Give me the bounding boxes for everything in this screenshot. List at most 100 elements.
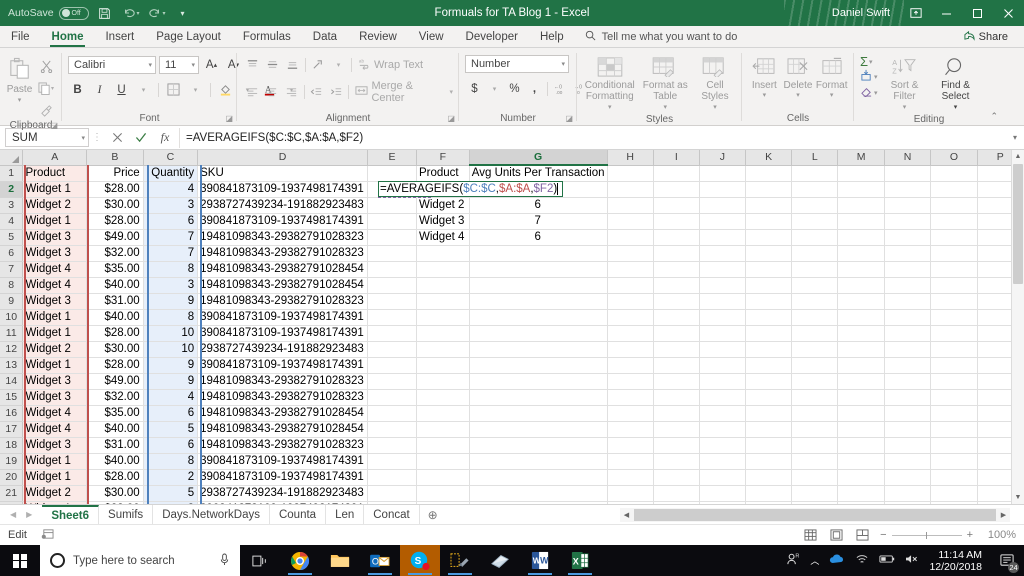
cell-A21[interactable]: Widget 2 xyxy=(22,485,88,502)
format-as-table-arrow[interactable]: ▾ xyxy=(663,102,667,113)
zoom-thumb[interactable] xyxy=(925,531,927,539)
row-header-14[interactable]: 14 xyxy=(0,373,24,390)
cell-E10[interactable] xyxy=(367,309,418,326)
column-header-I[interactable]: I xyxy=(653,150,700,166)
cell-B7[interactable]: $35.00 xyxy=(86,261,144,278)
cell-E7[interactable] xyxy=(367,261,418,278)
previous-sheet-icon[interactable]: ◀ xyxy=(10,510,16,519)
minimize-icon[interactable] xyxy=(931,0,962,26)
cell-O10[interactable] xyxy=(930,309,978,326)
row-header-12[interactable]: 12 xyxy=(0,341,24,358)
cell-D10[interactable]: 390841873109-1937498174391 xyxy=(197,309,368,326)
tab-file[interactable]: File xyxy=(0,26,41,47)
cell-E9[interactable] xyxy=(367,293,418,310)
row-header-10[interactable]: 10 xyxy=(0,309,24,326)
cell-O20[interactable] xyxy=(930,469,978,486)
font-name-combo[interactable]: Calibri ▾ xyxy=(68,55,156,74)
cell-M19[interactable] xyxy=(837,453,885,470)
cell-O7[interactable] xyxy=(930,261,978,278)
row-header-5[interactable]: 5 xyxy=(0,229,24,246)
cell-A2[interactable]: Widget 1 xyxy=(22,181,88,198)
cell-I18[interactable] xyxy=(653,437,700,454)
cell-B15[interactable]: $32.00 xyxy=(86,389,144,406)
cell-G20[interactable] xyxy=(469,469,608,486)
cell-A3[interactable]: Widget 2 xyxy=(22,197,88,214)
cell-H11[interactable] xyxy=(607,325,654,342)
cell-I6[interactable] xyxy=(653,245,700,262)
cell-O15[interactable] xyxy=(930,389,978,406)
cell-B13[interactable]: $28.00 xyxy=(86,357,144,374)
column-header-O[interactable]: O xyxy=(930,150,978,166)
tools-icon[interactable] xyxy=(440,545,480,576)
cell-B16[interactable]: $35.00 xyxy=(86,405,144,422)
underline-button[interactable]: U xyxy=(112,80,131,99)
cell-I12[interactable] xyxy=(653,341,700,358)
cell-A5[interactable]: Widget 3 xyxy=(22,229,88,246)
table-row[interactable]: 20 Widget 1 $28.00 2 390841873109-1937498174… xyxy=(0,469,1024,486)
cell-J8[interactable] xyxy=(699,277,746,294)
cell-J16[interactable] xyxy=(699,405,746,422)
cell-I11[interactable] xyxy=(653,325,700,342)
cell-J6[interactable] xyxy=(699,245,746,262)
file-explorer-icon[interactable] xyxy=(320,545,360,576)
cell-J4[interactable] xyxy=(699,213,746,230)
cell-styles-button[interactable]: Cell Styles ▾ xyxy=(694,54,736,113)
cell-E16[interactable] xyxy=(367,405,418,422)
cell-J5[interactable] xyxy=(699,229,746,246)
table-row[interactable]: 3 Widget 2 $30.00 3 2938727439234-1918829234… xyxy=(0,197,1024,214)
cell-E3[interactable] xyxy=(367,197,418,214)
scroll-left-icon[interactable]: ◀ xyxy=(620,508,633,522)
cell-M1[interactable] xyxy=(837,165,885,182)
cell-N1[interactable] xyxy=(884,165,932,182)
autosum-button[interactable]: Σ ▾ xyxy=(860,55,878,68)
cell-F5[interactable]: Widget 4 xyxy=(416,229,470,246)
cell-M10[interactable] xyxy=(837,309,885,326)
cell-C21[interactable]: 5 xyxy=(143,485,199,502)
macro-record-icon[interactable] xyxy=(27,528,54,543)
volume-muted-icon[interactable] xyxy=(905,553,919,568)
show-hidden-icons-chevron[interactable]: ︿ xyxy=(810,554,819,567)
wrap-text-button[interactable]: ab Wrap Text xyxy=(355,57,423,73)
cell-K16[interactable] xyxy=(745,405,793,422)
cell-M14[interactable] xyxy=(837,373,885,390)
cell-G4[interactable]: 7 xyxy=(469,213,608,230)
table-row[interactable]: 17 Widget 4 $40.00 5 19481098343-29382791028… xyxy=(0,421,1024,438)
cell-O18[interactable] xyxy=(930,437,978,454)
conditional-formatting-button[interactable]: Conditional Formatting ▾ xyxy=(583,54,636,113)
cell-C10[interactable]: 8 xyxy=(143,309,199,326)
cell-E4[interactable] xyxy=(367,213,418,230)
cell-M21[interactable] xyxy=(837,485,885,502)
cell-E13[interactable] xyxy=(367,357,418,374)
cell-C20[interactable]: 2 xyxy=(143,469,199,486)
cell-J11[interactable] xyxy=(699,325,746,342)
cell-I1[interactable] xyxy=(653,165,700,182)
cell-M12[interactable] xyxy=(837,341,885,358)
cell-H19[interactable] xyxy=(607,453,654,470)
cell-D7[interactable]: 19481098343-29382791028454 xyxy=(197,261,368,278)
table-row[interactable]: 21 Widget 2 $30.00 5 2938727439234-191882923… xyxy=(0,485,1024,502)
cell-B2[interactable]: $28.00 xyxy=(86,181,144,198)
delete-cells-button[interactable]: Delete ▾ xyxy=(782,54,815,99)
cell-E17[interactable] xyxy=(367,421,418,438)
table-row[interactable]: 14 Widget 3 $49.00 9 19481098343-29382791028… xyxy=(0,373,1024,390)
row-header-17[interactable]: 17 xyxy=(0,421,24,438)
table-row[interactable]: 18 Widget 3 $31.00 6 19481098343-29382791028… xyxy=(0,437,1024,454)
cell-D1[interactable]: SKU xyxy=(197,165,368,182)
cell-A11[interactable]: Widget 1 xyxy=(22,325,88,342)
cell-H21[interactable] xyxy=(607,485,654,502)
table-row[interactable]: 1 Product Price Quantity SKU Product Avg Units… xyxy=(0,165,1024,182)
cell-O9[interactable] xyxy=(930,293,978,310)
cell-N21[interactable] xyxy=(884,485,932,502)
cell-D21[interactable]: 2938727439234-191882923483 xyxy=(197,485,368,502)
cell-L21[interactable] xyxy=(791,485,839,502)
cell-C11[interactable]: 10 xyxy=(143,325,199,342)
cell-K1[interactable] xyxy=(745,165,793,182)
row-header-6[interactable]: 6 xyxy=(0,245,24,262)
cell-C15[interactable]: 4 xyxy=(143,389,199,406)
cell-E1[interactable] xyxy=(367,165,418,182)
sheet-nav-arrows[interactable]: ◀ ▶ xyxy=(0,505,42,524)
cell-D17[interactable]: 19481098343-29382791028454 xyxy=(197,421,368,438)
cell-J21[interactable] xyxy=(699,485,746,502)
cell-M6[interactable] xyxy=(837,245,885,262)
cell-D12[interactable]: 2938727439234-191882923483 xyxy=(197,341,368,358)
